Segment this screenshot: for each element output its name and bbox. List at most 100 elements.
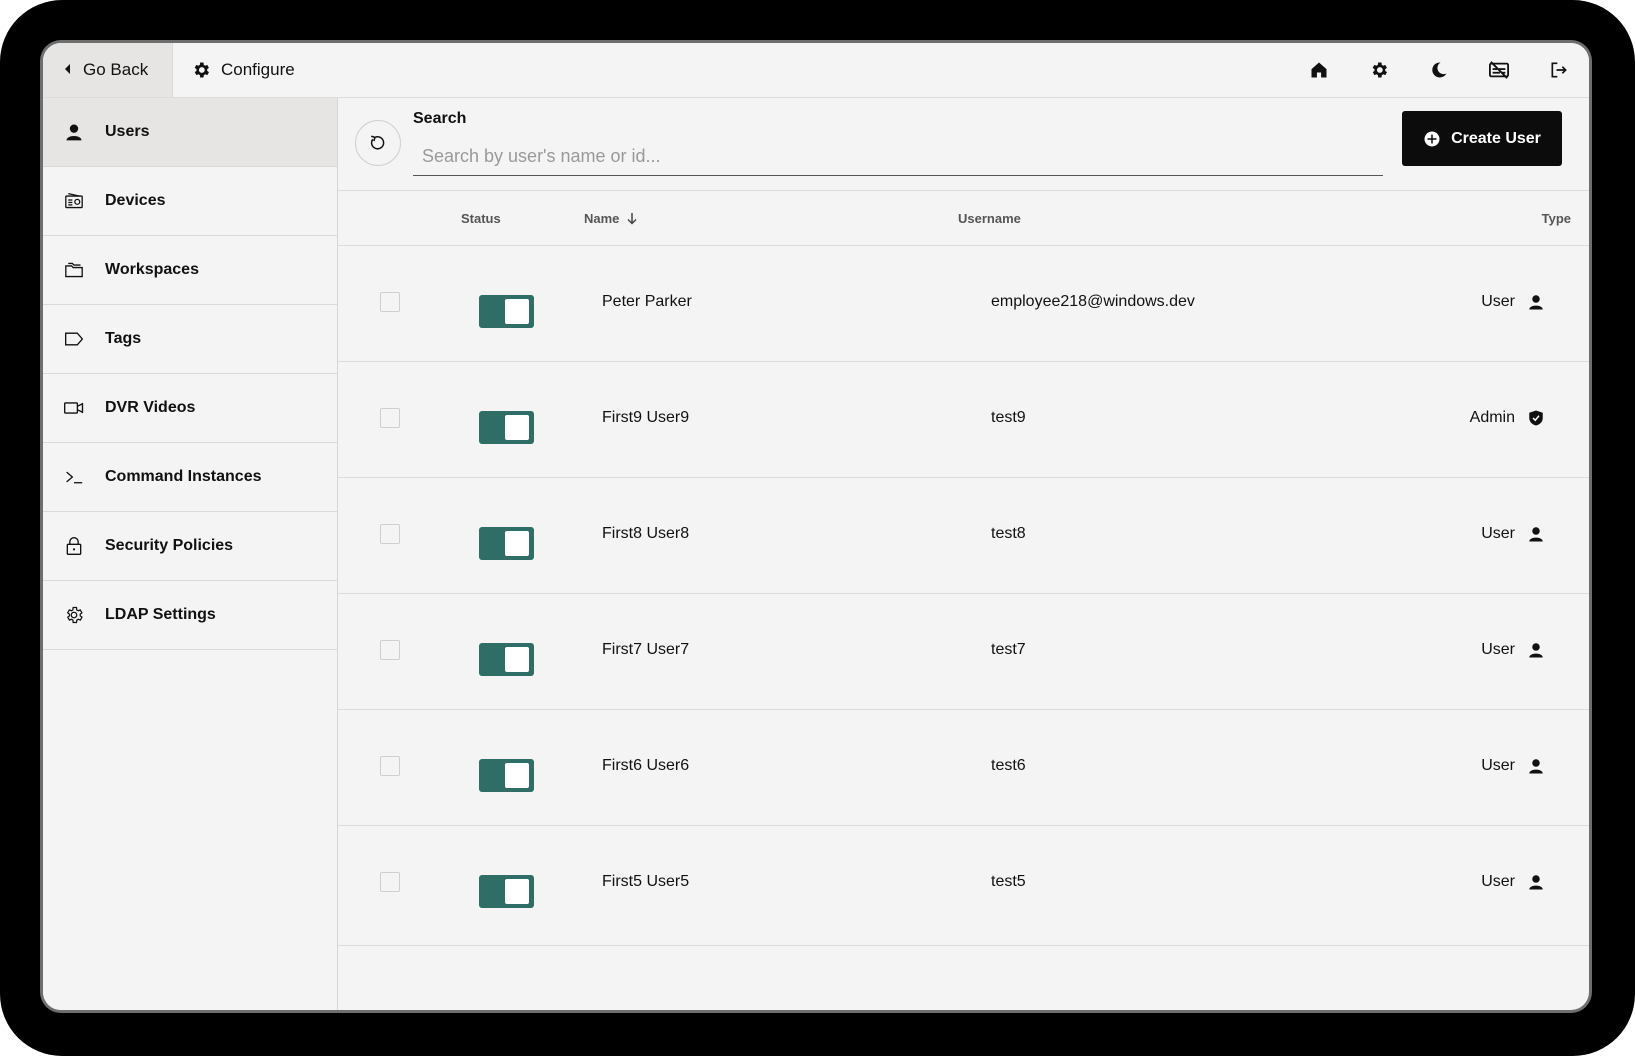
device-icon — [63, 190, 85, 212]
user-type: Admin — [1470, 409, 1545, 427]
user-icon — [1529, 527, 1543, 542]
device-frame: Go Back Configure Users Devices Workspac… — [0, 0, 1635, 1056]
sort-descending-icon — [627, 212, 637, 225]
table-row: First7 User7 test7 User — [338, 594, 1589, 710]
gear-icon — [63, 604, 85, 626]
sidebar: Users Devices Workspaces Tags DVR Videos… — [43, 98, 338, 1010]
sidebar-item-label: Tags — [105, 330, 142, 347]
sidebar-item-workspaces[interactable]: Workspaces — [43, 236, 337, 305]
refresh-icon — [370, 135, 385, 150]
row-checkbox[interactable] — [380, 408, 400, 428]
user-name: Peter Parker — [602, 293, 692, 310]
column-header-name[interactable]: Name — [584, 211, 637, 226]
app-window: Go Back Configure Users Devices Workspac… — [43, 43, 1589, 1010]
shield-check-icon — [1529, 410, 1543, 426]
sidebar-item-ldap-settings[interactable]: LDAP Settings — [43, 581, 337, 650]
users-table: Peter Parker employee218@windows.dev Use… — [338, 246, 1589, 946]
sidebar-item-label: Security Policies — [105, 537, 234, 554]
dark-mode-icon[interactable] — [1409, 43, 1469, 97]
user-username: test6 — [991, 757, 1026, 774]
search-label: Search — [413, 110, 467, 127]
user-username: test7 — [991, 641, 1026, 658]
user-type: User — [1481, 293, 1545, 311]
plus-circle-icon — [1424, 131, 1440, 146]
user-type: User — [1481, 873, 1545, 891]
captions-off-icon[interactable] — [1469, 43, 1529, 97]
sidebar-item-label: Workspaces — [105, 261, 199, 278]
user-type-label: User — [1481, 873, 1515, 890]
sidebar-item-label: Devices — [105, 192, 166, 209]
user-type: User — [1481, 757, 1545, 775]
user-icon — [1529, 759, 1543, 774]
create-user-button[interactable]: Create User — [1402, 111, 1562, 166]
user-icon — [63, 121, 85, 143]
sidebar-item-command-instances[interactable]: Command Instances — [43, 443, 337, 512]
row-checkbox[interactable] — [380, 524, 400, 544]
user-type: User — [1481, 641, 1545, 659]
table-row: First5 User5 test5 User — [338, 826, 1589, 946]
configure-title: Configure — [191, 43, 295, 97]
configure-label: Configure — [221, 60, 295, 79]
home-icon[interactable] — [1289, 43, 1349, 97]
user-type-label: Admin — [1469, 409, 1515, 426]
row-checkbox[interactable] — [380, 292, 400, 312]
row-checkbox[interactable] — [380, 756, 400, 776]
status-toggle[interactable] — [479, 295, 534, 328]
user-type-label: User — [1481, 525, 1515, 542]
status-toggle[interactable] — [479, 875, 534, 908]
search-bar: Search Create User — [338, 98, 1589, 191]
table-row: First9 User9 test9 Admin — [338, 362, 1589, 478]
user-name: First5 User5 — [602, 873, 690, 890]
sidebar-item-label: LDAP Settings — [105, 606, 216, 623]
sidebar-item-users[interactable]: Users — [43, 98, 337, 167]
user-username: test9 — [991, 409, 1026, 426]
status-toggle[interactable] — [479, 411, 534, 444]
status-toggle[interactable] — [479, 759, 534, 792]
user-type-label: User — [1481, 293, 1515, 310]
tag-icon — [63, 328, 85, 350]
sidebar-item-devices[interactable]: Devices — [43, 167, 337, 236]
user-username: employee218@windows.dev — [991, 293, 1195, 310]
sidebar-item-dvr-videos[interactable]: DVR Videos — [43, 374, 337, 443]
sidebar-item-security-policies[interactable]: Security Policies — [43, 512, 337, 581]
user-username: test8 — [991, 525, 1026, 542]
user-type: User — [1481, 525, 1545, 543]
search-input[interactable] — [413, 138, 1383, 176]
sidebar-item-label: Command Instances — [105, 468, 262, 485]
logout-icon[interactable] — [1529, 43, 1589, 97]
top-bar: Go Back Configure — [43, 43, 1589, 98]
table-row: First8 User8 test8 User — [338, 478, 1589, 594]
row-checkbox[interactable] — [380, 872, 400, 892]
status-toggle[interactable] — [479, 643, 534, 676]
column-header-status[interactable]: Status — [461, 211, 501, 226]
main-panel: Search Create User Status Name Username — [338, 98, 1589, 1010]
lock-icon — [63, 535, 85, 557]
refresh-button[interactable] — [355, 120, 401, 166]
user-icon — [1529, 295, 1543, 310]
user-username: test5 — [991, 873, 1026, 890]
sidebar-item-label: DVR Videos — [105, 399, 196, 416]
user-name: First8 User8 — [602, 525, 690, 542]
terminal-icon — [63, 466, 85, 488]
user-name: First9 User9 — [602, 409, 690, 426]
user-icon — [1529, 875, 1543, 890]
caret-left-icon — [63, 60, 71, 80]
create-user-label: Create User — [1451, 129, 1541, 147]
sidebar-item-label: Users — [105, 123, 150, 140]
go-back-button[interactable]: Go Back — [43, 43, 173, 97]
row-checkbox[interactable] — [380, 640, 400, 660]
status-toggle[interactable] — [479, 527, 534, 560]
folder-icon — [63, 259, 85, 281]
column-header-name-label: Name — [584, 211, 620, 226]
settings-icon[interactable] — [1349, 43, 1409, 97]
video-icon — [63, 397, 85, 419]
column-header-username[interactable]: Username — [958, 211, 1021, 226]
sidebar-item-tags[interactable]: Tags — [43, 305, 337, 374]
table-header: Status Name Username Type — [338, 191, 1589, 246]
user-name: First6 User6 — [602, 757, 690, 774]
cog-icon — [194, 62, 209, 78]
user-type-label: User — [1481, 757, 1515, 774]
column-header-type[interactable]: Type — [1542, 211, 1571, 226]
user-name: First7 User7 — [602, 641, 690, 658]
user-icon — [1529, 643, 1543, 658]
